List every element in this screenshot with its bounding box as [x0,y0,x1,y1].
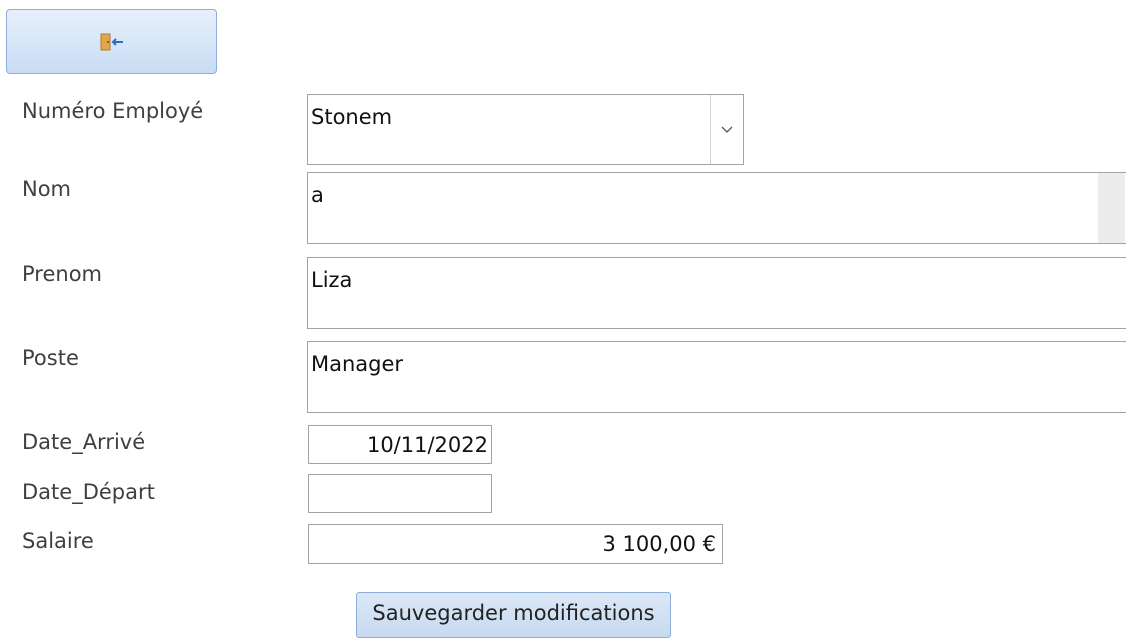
salaire-value: 3 100,00 € [602,532,716,556]
employee-number-combobox[interactable]: Stonem [307,94,744,165]
date-depart-input[interactable] [308,474,492,513]
nom-value: a [311,183,324,207]
salaire-label: Salaire [22,529,94,553]
chevron-down-icon [721,126,733,133]
poste-value: Manager [311,352,404,376]
exit-door-icon [100,33,123,50]
exit-button[interactable] [6,9,217,74]
salaire-input[interactable]: 3 100,00 € [308,524,723,564]
employee-number-dropdown-button[interactable] [710,95,743,164]
employee-number-value: Stonem [311,105,393,129]
date-arrive-value: 10/11/2022 [366,433,488,457]
nom-label: Nom [22,177,72,201]
prenom-value: Liza [311,268,353,292]
poste-label: Poste [22,346,79,370]
nom-scrollbar[interactable] [1098,173,1125,243]
prenom-label: Prenom [22,262,103,286]
employee-number-label: Numéro Employé [22,99,204,123]
prenom-input[interactable]: Liza [307,257,1126,329]
nom-input[interactable]: a [307,172,1126,244]
date-arrive-label: Date_Arrivé [22,430,146,454]
date-arrive-input[interactable]: 10/11/2022 [308,425,492,464]
save-changes-button[interactable]: Sauvegarder modifications [356,592,671,638]
poste-input[interactable]: Manager [307,341,1126,413]
date-depart-label: Date_Départ [22,480,155,504]
